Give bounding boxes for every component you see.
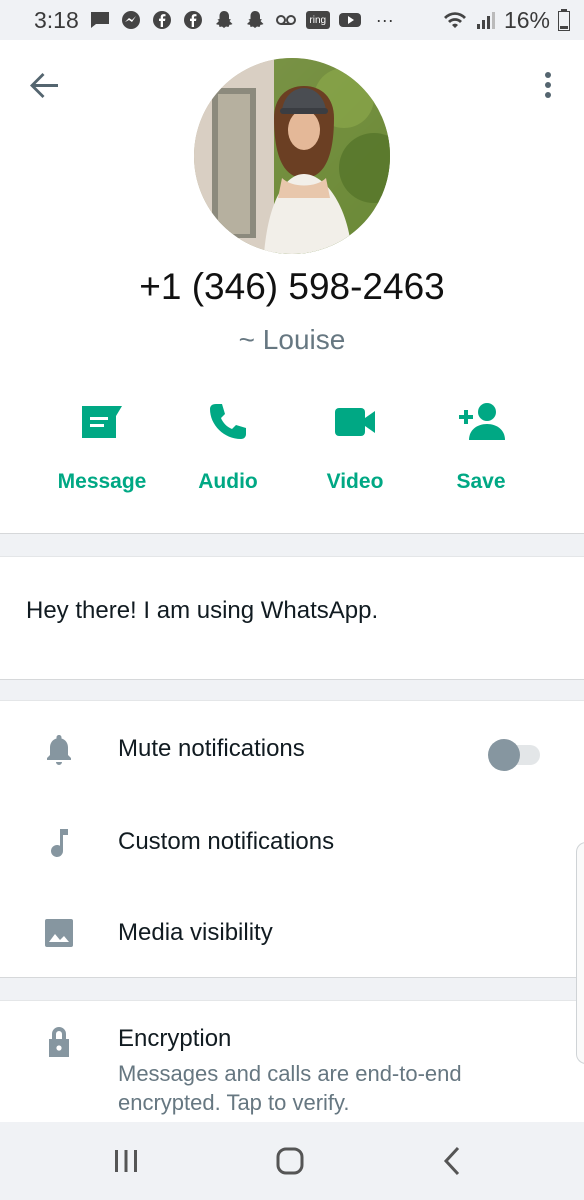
snapchat-icon [246,11,264,28]
audio-call-button[interactable]: Audio [158,400,298,510]
encryption-title: Encryption [118,1025,232,1052]
status-right: 16% [442,7,570,34]
audio-label: Audio [198,470,258,493]
facebook-icon [183,11,202,29]
music-note-icon [51,829,68,857]
mute-notifications-row[interactable]: Mute notifications [0,705,584,795]
message-icon [82,406,122,438]
snapchat-icon [215,11,233,28]
battery-percent: 16% [503,6,550,33]
home-icon[interactable] [270,1142,310,1180]
ring-icon: ring [305,11,330,29]
status-left: 3:18 ring ··· [34,7,394,34]
encryption-row[interactable]: Encryption Messages and calls are end-to… [0,1000,584,1124]
back-icon[interactable] [434,1142,474,1180]
video-label: Video [326,470,384,493]
profile-photo [194,58,390,254]
wifi-icon [443,12,466,28]
system-nav-bar [0,1122,584,1200]
more-options-icon[interactable] [536,68,560,102]
contact-pushname: ~ Louise [238,324,346,355]
media-visibility-label: Media visibility [118,919,273,946]
messenger-icon [121,11,140,29]
message-button[interactable]: Message [32,400,172,510]
custom-notifications-label: Custom notifications [118,828,335,855]
message-label: Message [57,470,147,493]
add-contact-icon [459,403,505,440]
status-time: 3:18 [34,6,79,33]
save-label: Save [456,470,506,493]
status-bar: 3:18 ring ··· 16% [0,0,584,40]
phone-icon [210,404,246,439]
about-text: Hey there! I am using WhatsApp. [26,597,379,624]
voicemail-icon [275,15,296,25]
mute-notifications-label: Mute notifications [118,735,305,762]
avatar[interactable] [194,58,390,254]
profile-card: +1 (346) 598-2463 ~ Louise Message Audio… [0,40,584,534]
back-arrow-icon[interactable] [28,68,62,102]
media-visibility-row[interactable]: Media visibility [0,887,584,977]
scrollbar[interactable] [576,842,584,1064]
contact-phone-number: +1 (346) 598-2463 [139,266,445,307]
signal-icon [476,12,495,29]
battery-icon [558,9,570,31]
facebook-icon [152,11,171,29]
video-icon [335,408,375,436]
save-contact-button[interactable]: Save [411,400,551,510]
contact-actions: Message Audio Video Save [0,400,584,510]
notification-icons: ring ··· [89,10,394,31]
lock-icon [49,1027,69,1057]
bell-icon [47,735,71,765]
about-section[interactable]: Hey there! I am using WhatsApp. [0,556,584,680]
custom-notifications-row[interactable]: Custom notifications [0,797,584,887]
mute-toggle[interactable] [486,737,542,771]
recent-apps-icon[interactable] [106,1142,146,1180]
video-call-button[interactable]: Video [285,400,425,510]
toggle-thumb [488,739,520,771]
message-icon [90,12,109,28]
more-notifications: ··· [375,9,394,30]
image-icon [45,919,73,947]
notification-settings: Mute notifications Custom notifications … [0,700,584,978]
youtube-icon [338,13,361,27]
encryption-description: Messages and calls are end-to-end encryp… [118,1061,462,1115]
